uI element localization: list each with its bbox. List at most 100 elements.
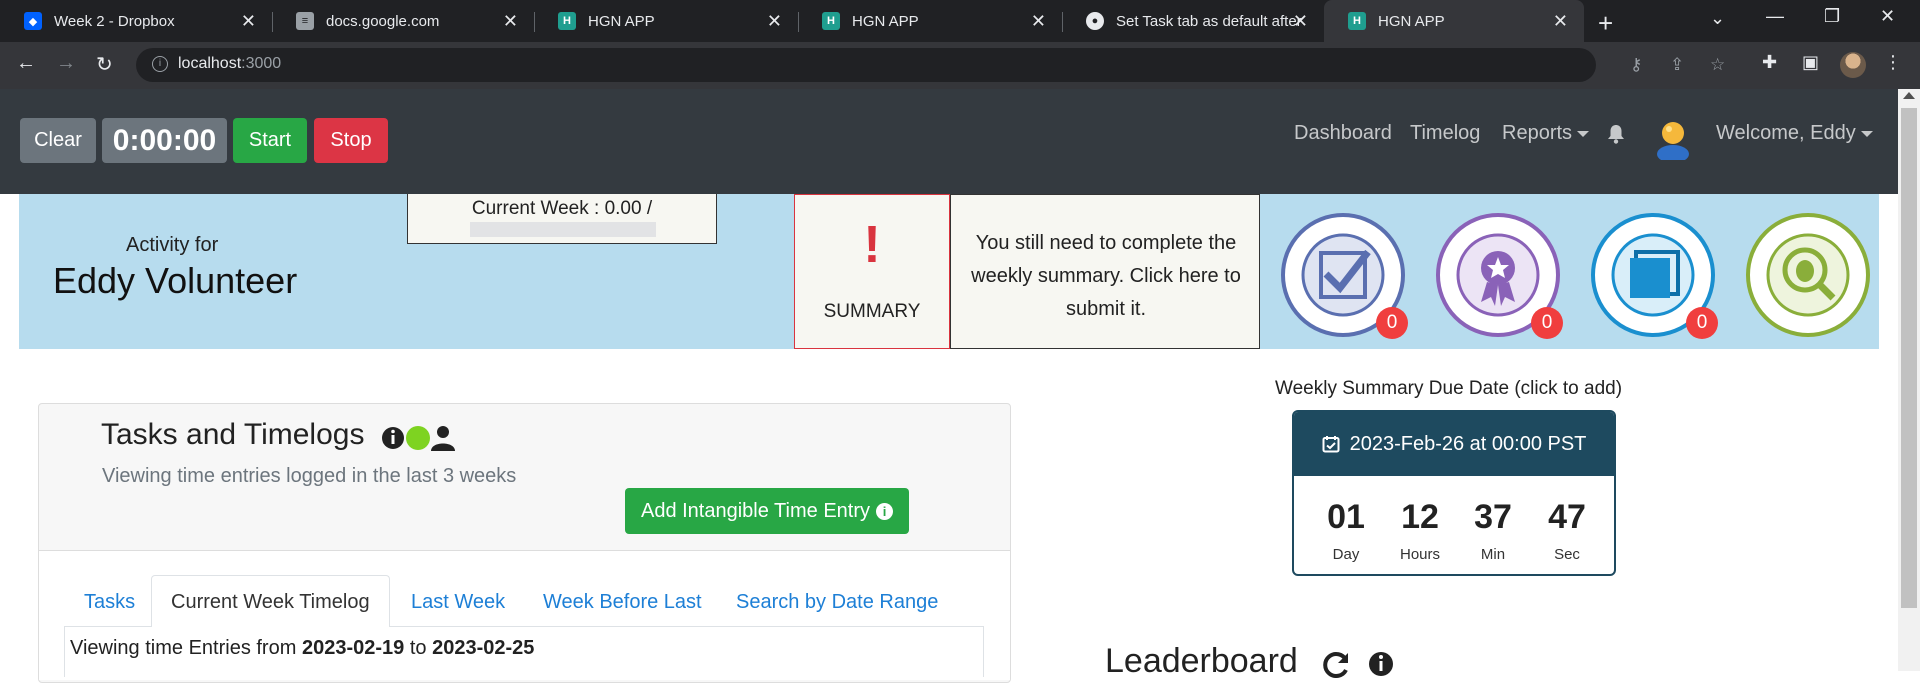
due-date-value: 2023-Feb-26 at 00:00 PST bbox=[1349, 432, 1587, 455]
address-bar[interactable]: i localhost:3000 ⚷ ⇪ ☆ bbox=[136, 48, 1725, 82]
browser-tab[interactable]: ● Set Task tab as default after ✕ bbox=[1062, 0, 1324, 42]
due-date-header: 2023-Feb-26 at 00:00 PST bbox=[1294, 412, 1614, 476]
browser-toolbar: ← → ↻ i localhost:3000 ⚷ ⇪ ☆ ✚ ▣ ⋮ bbox=[0, 42, 1920, 89]
status-dot-icon bbox=[406, 426, 430, 450]
date-to-word: to bbox=[409, 637, 427, 659]
calendar-check-icon bbox=[1322, 436, 1340, 453]
panel-subtitle: Viewing time entries logged in the last … bbox=[102, 465, 517, 487]
refresh-icon[interactable] bbox=[1323, 652, 1348, 678]
blue-square-badge[interactable]: 0 bbox=[1590, 212, 1718, 339]
panel-title: Tasks and Timelogs bbox=[101, 418, 365, 451]
close-icon[interactable]: ✕ bbox=[1293, 11, 1308, 32]
dropbox-icon: ◆ bbox=[24, 12, 42, 30]
due-date-card[interactable]: 2023-Feb-26 at 00:00 PST 01 Day 12 Hours… bbox=[1292, 410, 1616, 576]
start-button[interactable]: Start bbox=[233, 118, 307, 163]
stop-button[interactable]: Stop bbox=[314, 118, 388, 163]
tasks-badge[interactable]: 0 bbox=[1280, 212, 1408, 339]
close-icon[interactable]: ✕ bbox=[767, 11, 782, 32]
chevron-down-icon bbox=[1577, 130, 1590, 137]
nav-welcome-menu[interactable]: Welcome, Eddy bbox=[1716, 122, 1873, 145]
key-icon[interactable]: ⚷ bbox=[1630, 55, 1642, 75]
current-week-text: Current Week : 0.00 / bbox=[471, 198, 653, 219]
site-info-icon[interactable]: i bbox=[152, 56, 168, 72]
profile-avatar[interactable] bbox=[1840, 52, 1866, 78]
close-icon[interactable]: ✕ bbox=[1553, 11, 1568, 32]
timer-display: 0:00:00 bbox=[102, 118, 227, 163]
share-icon[interactable]: ⇪ bbox=[1670, 55, 1684, 75]
clear-button[interactable]: Clear bbox=[20, 118, 96, 163]
countdown-days-label: Day bbox=[1332, 546, 1360, 563]
chevron-down-icon bbox=[1860, 130, 1873, 137]
forward-icon[interactable]: → bbox=[56, 52, 76, 75]
due-date-label[interactable]: Weekly Summary Due Date (click to add) bbox=[1275, 378, 1622, 400]
minimize-icon[interactable]: — bbox=[1766, 6, 1784, 27]
document-icon: ≡ bbox=[296, 12, 314, 30]
close-icon[interactable]: ✕ bbox=[503, 11, 518, 32]
hgn-icon: H bbox=[822, 12, 840, 30]
add-intangible-time-entry-button[interactable]: Add Intangible Time Entry i bbox=[625, 488, 909, 534]
reminder-text: You still need to complete the weekly su… bbox=[971, 232, 1241, 320]
browser-tab-strip: ◆ Week 2 - Dropbox ✕ ≡ docs.google.com ✕… bbox=[0, 0, 1920, 42]
info-icon[interactable] bbox=[382, 427, 404, 449]
close-icon[interactable]: ✕ bbox=[241, 11, 256, 32]
welcome-label: Welcome, Eddy bbox=[1716, 122, 1856, 144]
user-avatar-icon[interactable] bbox=[1655, 118, 1691, 160]
browser-tab[interactable]: H HGN APP ✕ bbox=[534, 0, 798, 42]
exclamation-icon: ! bbox=[863, 216, 881, 274]
tab-search-by-date-range[interactable]: Search by Date Range bbox=[736, 591, 938, 614]
badges-earned-count: 0 bbox=[1531, 307, 1563, 339]
tab-last-week[interactable]: Last Week bbox=[411, 591, 505, 614]
window-close-icon[interactable]: ✕ bbox=[1880, 6, 1895, 27]
bell-icon[interactable] bbox=[1607, 124, 1625, 144]
tab-current-week-label: Current Week Timelog bbox=[171, 591, 370, 613]
back-icon[interactable]: ← bbox=[16, 52, 36, 75]
browser-tab[interactable]: H HGN APP ✕ bbox=[798, 0, 1062, 42]
tab-title: Week 2 - Dropbox bbox=[54, 12, 175, 30]
close-icon[interactable]: ✕ bbox=[1031, 11, 1046, 32]
restore-icon[interactable]: ❐ bbox=[1824, 6, 1840, 27]
current-week-progress-bar bbox=[470, 222, 656, 237]
panel-icons bbox=[382, 426, 455, 451]
nav-reports-label: Reports bbox=[1502, 122, 1573, 144]
leaderboard-title: Leaderboard bbox=[1105, 642, 1298, 680]
tab-title: HGN APP bbox=[588, 12, 655, 30]
new-tab-icon[interactable]: + bbox=[1598, 8, 1613, 39]
weekly-summary-reminder[interactable]: You still need to complete the weekly su… bbox=[950, 194, 1260, 349]
viewing-prefix: Viewing time Entries from bbox=[70, 637, 297, 659]
star-icon[interactable]: ☆ bbox=[1710, 55, 1725, 75]
nav-dashboard[interactable]: Dashboard bbox=[1294, 122, 1392, 145]
tab-search-icon[interactable]: ⌄ bbox=[1710, 8, 1725, 29]
reload-icon[interactable]: ↻ bbox=[96, 52, 113, 77]
user-icon[interactable] bbox=[431, 426, 455, 451]
badges-earned-badge[interactable]: 0 bbox=[1435, 212, 1563, 339]
report-bug-badge[interactable] bbox=[1745, 212, 1871, 338]
user-name: Eddy Volunteer bbox=[53, 260, 298, 301]
tab-week-before-last[interactable]: Week Before Last bbox=[543, 591, 702, 614]
tab-tasks[interactable]: Tasks bbox=[84, 591, 135, 614]
scrollbar-thumb[interactable] bbox=[1901, 108, 1917, 608]
nav-reports[interactable]: Reports bbox=[1502, 122, 1590, 145]
activity-for-label: Activity for bbox=[126, 234, 219, 256]
browser-tab-active[interactable]: H HGN APP ✕ bbox=[1324, 0, 1584, 42]
hgn-icon: H bbox=[558, 12, 576, 30]
countdown-min-label: Min bbox=[1480, 546, 1506, 563]
summary-alert-box[interactable]: ! SUMMARY bbox=[794, 194, 950, 349]
url-text: localhost:3000 bbox=[178, 55, 281, 73]
tab-title: HGN APP bbox=[852, 12, 919, 30]
side-panel-icon[interactable]: ▣ bbox=[1802, 52, 1819, 73]
scroll-up-arrow-icon[interactable] bbox=[1903, 92, 1915, 99]
nav-timelog[interactable]: Timelog bbox=[1410, 122, 1480, 145]
countdown-min: 37 bbox=[1474, 498, 1512, 536]
browser-tab[interactable]: ◆ Week 2 - Dropbox ✕ bbox=[0, 0, 272, 42]
extensions-icon[interactable]: ✚ bbox=[1762, 52, 1777, 73]
tasks-badge-count: 0 bbox=[1376, 307, 1408, 339]
tab-title: docs.google.com bbox=[326, 12, 440, 30]
countdown-sec: 47 bbox=[1548, 498, 1586, 536]
bug-badge-icon bbox=[1746, 213, 1870, 337]
countdown-sec-label: Sec bbox=[1554, 546, 1580, 563]
countdown-hours-label: Hours bbox=[1399, 546, 1440, 563]
browser-tab[interactable]: ≡ docs.google.com ✕ bbox=[272, 0, 534, 42]
tab-title: Set Task tab as default after bbox=[1116, 12, 1302, 30]
info-icon[interactable] bbox=[1369, 652, 1393, 676]
menu-icon[interactable]: ⋮ bbox=[1884, 52, 1902, 73]
